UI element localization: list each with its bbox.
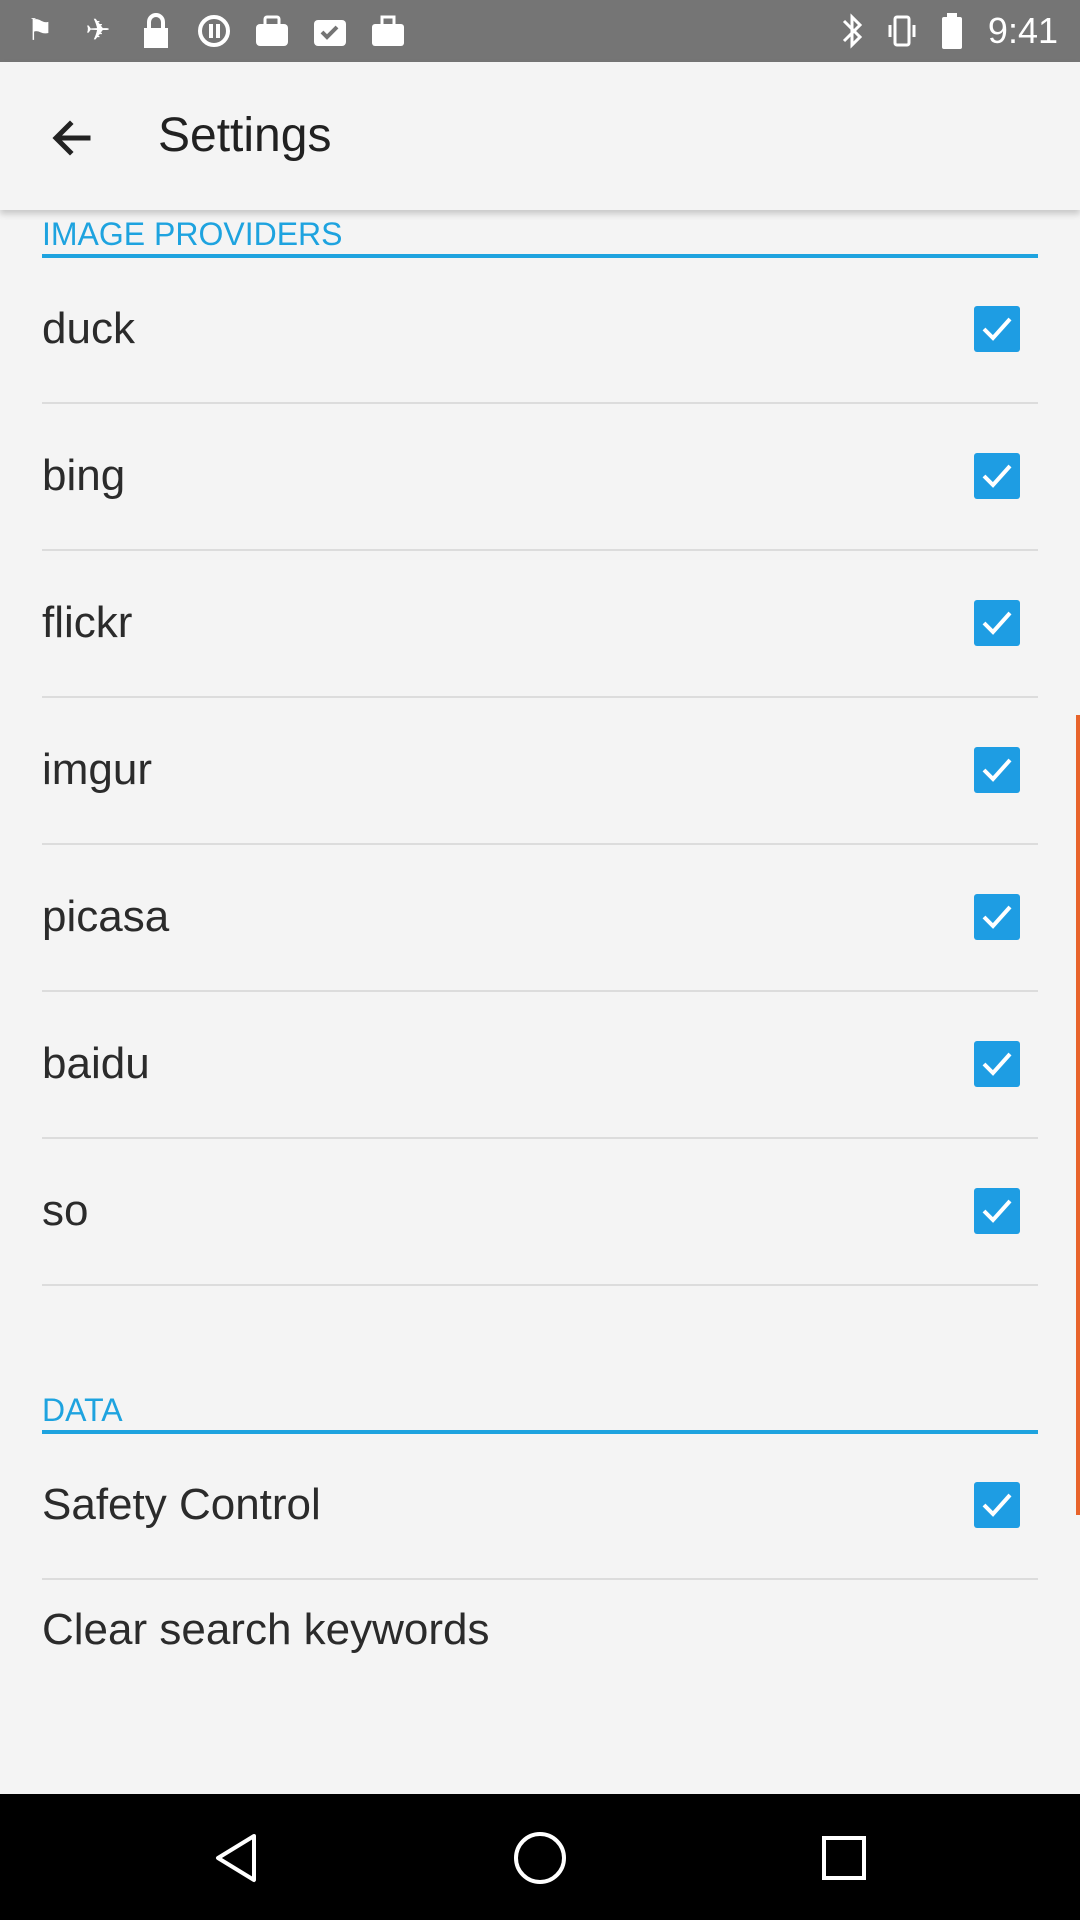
checkbox-flickr[interactable]: [974, 599, 1020, 646]
section-header-data: DATA: [42, 1390, 1038, 1434]
pref-label: imgur: [42, 744, 153, 794]
status-bar: ⚑ ✈ 9:41: [0, 0, 1080, 62]
satellite-icon: ✈: [85, 14, 111, 47]
nav-recents-button[interactable]: [814, 1828, 874, 1888]
checkbox-imgur[interactable]: [974, 746, 1020, 793]
square-recents-icon: [822, 1836, 866, 1880]
pref-picasa[interactable]: picasa: [42, 843, 1038, 992]
check-icon: [982, 758, 1012, 782]
sync-icon: [196, 12, 232, 50]
settings-list[interactable]: IMAGE PROVIDERS duck bing flickr imgur p…: [0, 210, 1080, 1794]
pref-bing[interactable]: bing: [42, 402, 1038, 551]
navigation-bar: [0, 1794, 1080, 1920]
pref-label: duck: [42, 303, 135, 353]
pref-label: picasa: [42, 891, 170, 941]
scroll-indicator: [1076, 715, 1080, 1515]
checkbox-safety-control[interactable]: [974, 1481, 1020, 1528]
checkbox-picasa[interactable]: [974, 893, 1020, 940]
notification-icons: ⚑ ✈: [22, 12, 406, 50]
briefcase-icon: [370, 12, 406, 50]
bluetooth-icon: [842, 13, 863, 49]
check-icon: [982, 1199, 1012, 1223]
pref-label: flickr: [42, 597, 133, 647]
circle-home-icon: [514, 1832, 566, 1884]
toolbox-icon: [254, 12, 290, 50]
nav-back-button[interactable]: [206, 1828, 266, 1888]
checkbox-so[interactable]: [974, 1187, 1020, 1234]
page-title: Settings: [158, 109, 332, 162]
checkbox-bing[interactable]: [974, 452, 1020, 499]
triangle-back-icon: [216, 1834, 256, 1882]
arrow-back-icon: [52, 120, 91, 156]
check-icon: [982, 905, 1012, 929]
pref-label: Safety Control: [42, 1479, 321, 1529]
checkbox-duck[interactable]: [974, 305, 1020, 352]
pref-duck[interactable]: duck: [42, 255, 1038, 404]
checkbox-baidu[interactable]: [974, 1040, 1020, 1087]
pref-label: Clear search keywords: [42, 1605, 490, 1654]
check-icon: [982, 464, 1012, 488]
pref-so[interactable]: so: [42, 1137, 1038, 1286]
check-icon: [982, 317, 1012, 341]
check-icon: [982, 1493, 1012, 1517]
pref-label: bing: [42, 450, 126, 500]
pref-safety-control[interactable]: Safety Control: [42, 1431, 1038, 1580]
back-button[interactable]: [40, 106, 104, 170]
lock-icon: [138, 12, 174, 50]
check-icon: [982, 611, 1012, 635]
section-header-image-providers: IMAGE PROVIDERS: [42, 214, 1038, 258]
app-bar: Settings: [0, 62, 1080, 210]
pref-clear-search-keywords[interactable]: Clear search keywords: [42, 1580, 1038, 1680]
nav-home-button[interactable]: [510, 1828, 570, 1888]
pref-flickr[interactable]: flickr: [42, 549, 1038, 698]
battery-icon: [941, 13, 962, 49]
checklist-icon: [312, 12, 348, 50]
vibrate-icon: [888, 15, 916, 47]
check-icon: [982, 1052, 1012, 1076]
pref-baidu[interactable]: baidu: [42, 990, 1038, 1139]
status-time: 9:41: [987, 10, 1058, 51]
flag-icon: ⚑: [26, 14, 54, 47]
pref-imgur[interactable]: imgur: [42, 696, 1038, 845]
pref-label: so: [42, 1185, 89, 1235]
pref-label: baidu: [42, 1038, 150, 1088]
